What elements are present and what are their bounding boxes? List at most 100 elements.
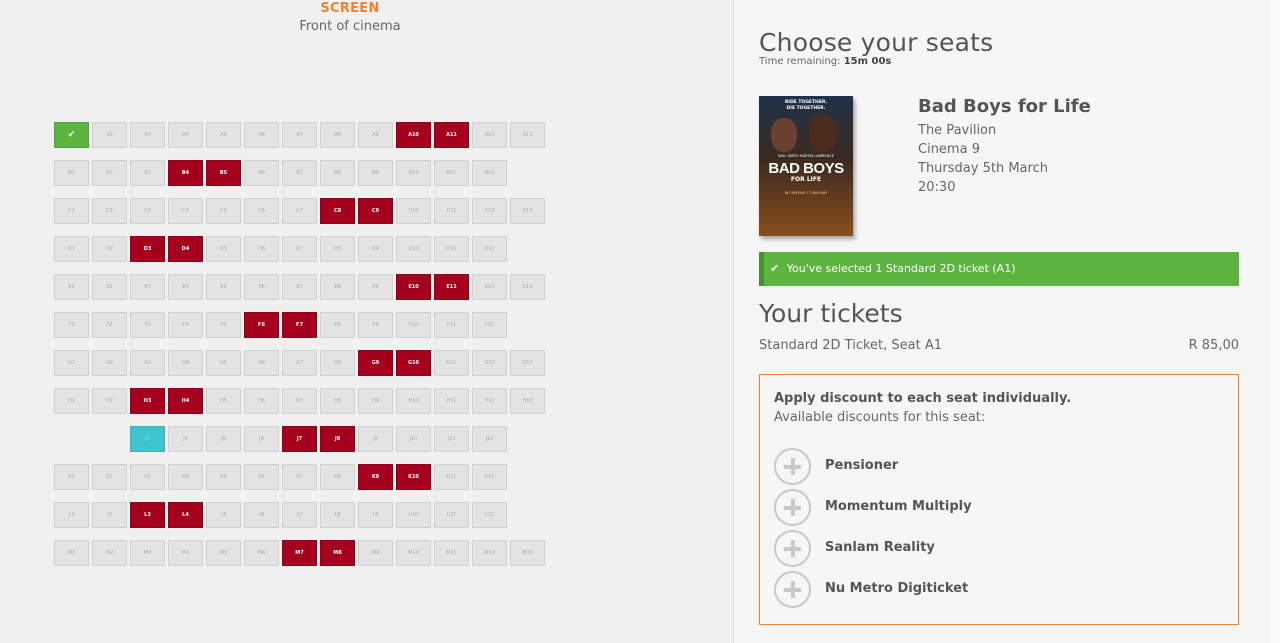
- seat-d9[interactable]: D9: [358, 236, 393, 262]
- seat-g8[interactable]: G8: [320, 350, 355, 376]
- seat-d7[interactable]: D7: [282, 236, 317, 262]
- seat-f2[interactable]: F2: [92, 312, 127, 338]
- seat-g5[interactable]: G5: [206, 350, 241, 376]
- seat-m6[interactable]: M6: [244, 540, 279, 566]
- seat-j7[interactable]: J7: [282, 426, 317, 452]
- seat-a3[interactable]: A3: [130, 122, 165, 148]
- seat-h12[interactable]: H12: [472, 388, 507, 414]
- seat-m7[interactable]: M7: [282, 540, 317, 566]
- seat-k7[interactable]: K7: [282, 464, 317, 490]
- discount-option-sanlam-reality[interactable]: Sanlam Reality: [774, 530, 1074, 568]
- seat-k11[interactable]: K11: [434, 464, 469, 490]
- seat-c12[interactable]: C12: [472, 198, 507, 224]
- seat-k9[interactable]: K9: [358, 464, 393, 490]
- seat-a4[interactable]: A4: [168, 122, 203, 148]
- seat-h8[interactable]: H8: [320, 388, 355, 414]
- seat-l11[interactable]: L11: [434, 502, 469, 528]
- seat-h5[interactable]: H5: [206, 388, 241, 414]
- seat-h10[interactable]: H10: [396, 388, 431, 414]
- seat-l8[interactable]: L8: [320, 502, 355, 528]
- seat-c10[interactable]: C10: [396, 198, 431, 224]
- seat-a10[interactable]: A10: [396, 122, 431, 148]
- seat-b6[interactable]: B6: [244, 160, 279, 186]
- seat-b12[interactable]: B12: [472, 160, 507, 186]
- seat-b2[interactable]: B2: [92, 160, 127, 186]
- seat-a6[interactable]: A6: [244, 122, 279, 148]
- discount-option-pensioner[interactable]: Pensioner: [774, 448, 1074, 486]
- seat-c9[interactable]: C9: [358, 198, 393, 224]
- seat-f10[interactable]: F10: [396, 312, 431, 338]
- seat-d3[interactable]: D3: [130, 236, 165, 262]
- seat-f11[interactable]: F11: [434, 312, 469, 338]
- seat-m3[interactable]: M3: [130, 540, 165, 566]
- seat-c7[interactable]: C7: [282, 198, 317, 224]
- discount-option-momentum-multiply[interactable]: Momentum Multiply: [774, 489, 1074, 527]
- seat-d5[interactable]: D5: [206, 236, 241, 262]
- seat-k5[interactable]: K5: [206, 464, 241, 490]
- seat-e5[interactable]: E5: [206, 274, 241, 300]
- scrollbar[interactable]: [1270, 0, 1280, 643]
- seat-m12[interactable]: M12: [472, 540, 507, 566]
- seat-d1[interactable]: D1: [54, 236, 89, 262]
- seat-m13[interactable]: M13: [510, 540, 545, 566]
- seat-e1[interactable]: E1: [54, 274, 89, 300]
- seat-a8[interactable]: A8: [320, 122, 355, 148]
- seat-j9[interactable]: J9: [358, 426, 393, 452]
- seat-e7[interactable]: E7: [282, 274, 317, 300]
- seat-b4[interactable]: B4: [168, 160, 203, 186]
- seat-f5[interactable]: F5: [206, 312, 241, 338]
- seat-a7[interactable]: A7: [282, 122, 317, 148]
- seat-g12[interactable]: G12: [472, 350, 507, 376]
- seat-g10[interactable]: G10: [396, 350, 431, 376]
- seat-e6[interactable]: E6: [244, 274, 279, 300]
- seat-c11[interactable]: C11: [434, 198, 469, 224]
- seat-b7[interactable]: B7: [282, 160, 317, 186]
- seat-f6[interactable]: F6: [244, 312, 279, 338]
- seat-j4[interactable]: J4: [168, 426, 203, 452]
- seat-h11[interactable]: H11: [434, 388, 469, 414]
- seat-c1[interactable]: C1: [54, 198, 89, 224]
- seat-m5[interactable]: M5: [206, 540, 241, 566]
- seat-f7[interactable]: F7: [282, 312, 317, 338]
- seat-h6[interactable]: H6: [244, 388, 279, 414]
- seat-l1[interactable]: L1: [54, 502, 89, 528]
- seat-b3[interactable]: B3: [130, 160, 165, 186]
- seat-k12[interactable]: K12: [472, 464, 507, 490]
- seat-d8[interactable]: D8: [320, 236, 355, 262]
- seat-e11[interactable]: E11: [434, 274, 469, 300]
- seat-c6[interactable]: C6: [244, 198, 279, 224]
- seat-g9[interactable]: G9: [358, 350, 393, 376]
- plus-circle-icon[interactable]: [774, 489, 811, 526]
- seat-l10[interactable]: L10: [396, 502, 431, 528]
- seat-m9[interactable]: M9: [358, 540, 393, 566]
- seat-g1[interactable]: G1: [54, 350, 89, 376]
- seat-c4[interactable]: C4: [168, 198, 203, 224]
- seat-l3[interactable]: L3: [130, 502, 165, 528]
- seat-g2[interactable]: G2: [92, 350, 127, 376]
- seat-j12[interactable]: J12: [472, 426, 507, 452]
- seat-l12[interactable]: L12: [472, 502, 507, 528]
- seat-e13[interactable]: E13: [510, 274, 545, 300]
- seat-j11[interactable]: J11: [434, 426, 469, 452]
- seat-h2[interactable]: H2: [92, 388, 127, 414]
- seat-g7[interactable]: G7: [282, 350, 317, 376]
- seat-h13[interactable]: H13: [510, 388, 545, 414]
- seat-f4[interactable]: F4: [168, 312, 203, 338]
- seat-l2[interactable]: L2: [92, 502, 127, 528]
- seat-a2[interactable]: A2: [92, 122, 127, 148]
- seat-b11[interactable]: B11: [434, 160, 469, 186]
- seat-j3[interactable]: J3: [130, 426, 165, 452]
- seat-e3[interactable]: E3: [130, 274, 165, 300]
- seat-g13[interactable]: G13: [510, 350, 545, 376]
- seat-l7[interactable]: L7: [282, 502, 317, 528]
- discount-option-nu-metro-digiticket[interactable]: Nu Metro Digiticket: [774, 571, 1074, 609]
- seat-m1[interactable]: M1: [54, 540, 89, 566]
- seat-d2[interactable]: D2: [92, 236, 127, 262]
- seat-h1[interactable]: H1: [54, 388, 89, 414]
- seat-selected[interactable]: ✔: [54, 122, 89, 148]
- seat-k8[interactable]: K8: [320, 464, 355, 490]
- plus-circle-icon[interactable]: [774, 571, 811, 608]
- seat-b8[interactable]: B8: [320, 160, 355, 186]
- seat-a5[interactable]: A5: [206, 122, 241, 148]
- seat-g3[interactable]: G3: [130, 350, 165, 376]
